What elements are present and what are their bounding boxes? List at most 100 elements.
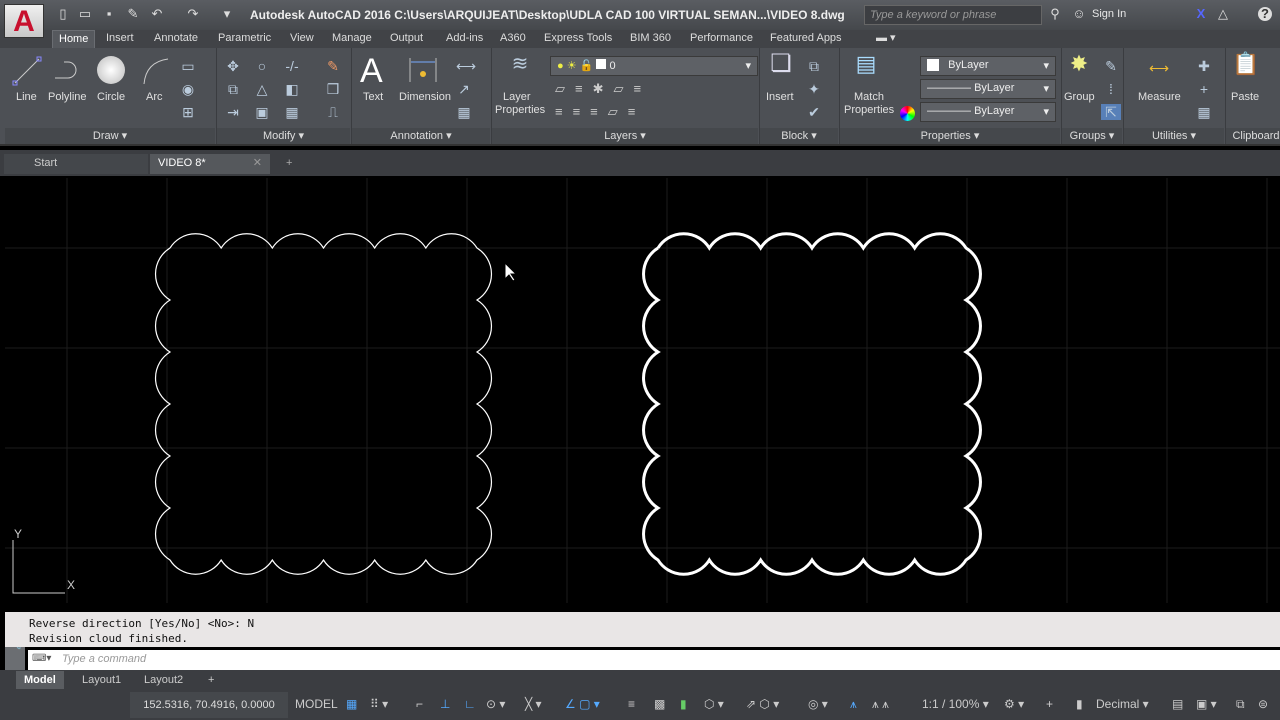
selection-cycling-icon[interactable]: ▮: [680, 697, 687, 711]
autodesk-icon[interactable]: △: [1216, 7, 1230, 21]
units-dropdown[interactable]: Decimal ▾: [1096, 697, 1149, 711]
tab-parametric[interactable]: Parametric: [212, 30, 277, 48]
layer-tools-row-2[interactable]: ≡≡≡⏥≡: [555, 104, 645, 120]
leader-icon[interactable]: ↗: [456, 81, 472, 97]
rectangle-icon[interactable]: ▭: [180, 58, 196, 74]
save-as-icon[interactable]: ✎: [126, 7, 140, 21]
arc-button[interactable]: Arc: [146, 91, 163, 103]
tab-layout1[interactable]: Layout1: [74, 671, 129, 689]
erase-icon[interactable]: ✎: [325, 58, 341, 74]
layer-properties-button[interactable]: Layer: [503, 91, 531, 103]
customize-icon[interactable]: ▾: [220, 7, 234, 21]
tab-output[interactable]: Output: [384, 30, 429, 48]
tab-add-ins[interactable]: Add-ins: [440, 30, 489, 48]
sign-in-button[interactable]: Sign In: [1092, 8, 1126, 20]
annotation-scale-dropdown[interactable]: 1:1 / 100% ▾: [922, 697, 989, 711]
tab-layout2[interactable]: Layout2: [136, 671, 191, 689]
application-menu-button[interactable]: A: [4, 4, 44, 38]
lineweight-dropdown[interactable]: ———— ByLayer ▾: [920, 102, 1056, 122]
isometric-icon[interactable]: ╳ ▾: [525, 697, 542, 711]
create-block-icon[interactable]: ⧉: [806, 58, 822, 74]
add-layout-button[interactable]: +: [200, 671, 222, 689]
tab-video-8[interactable]: VIDEO 8* ✕: [150, 154, 270, 174]
help-icon[interactable]: ?: [1258, 7, 1272, 21]
match-properties-button[interactable]: Match: [854, 91, 884, 103]
annotation-visibility-icon[interactable]: ⩚: [850, 697, 857, 712]
save-icon[interactable]: ▪: [102, 7, 116, 21]
isolate-objects-icon[interactable]: ⧉: [1236, 697, 1245, 712]
coordinates-readout[interactable]: 152.5316, 70.4916, 0.0000: [130, 692, 288, 718]
array-icon[interactable]: ▦: [284, 104, 300, 120]
model-space-button[interactable]: MODEL: [295, 697, 338, 711]
copy-icon[interactable]: ⧉: [225, 81, 241, 97]
offset-icon[interactable]: ⎍: [325, 104, 341, 120]
color-dropdown[interactable]: ByLayer ▾: [920, 56, 1056, 76]
stretch-icon[interactable]: ⇥: [225, 104, 241, 120]
tab-insert[interactable]: Insert: [100, 30, 140, 48]
revision-cloud-left[interactable]: [154, 233, 493, 575]
tab-featured-apps[interactable]: Featured Apps: [764, 30, 848, 48]
measure-button[interactable]: Measure: [1138, 91, 1181, 103]
polar-tracking-icon[interactable]: ⊙ ▾: [486, 697, 505, 711]
exchange-icon[interactable]: X: [1194, 7, 1208, 21]
redo-icon[interactable]: ↷: [186, 7, 200, 21]
linear-dimension-icon[interactable]: ⟷: [456, 58, 476, 74]
3d-osnap-icon[interactable]: ⬡ ▾: [704, 697, 724, 711]
explode-icon[interactable]: ❒: [325, 81, 341, 97]
polyline-button[interactable]: Polyline: [48, 91, 87, 103]
tab-model[interactable]: Model: [16, 671, 64, 689]
properties-panel-label[interactable]: Properties ▾: [840, 128, 1060, 144]
tab-bim-360[interactable]: BIM 360: [624, 30, 677, 48]
clipboard-panel-label[interactable]: Clipboard: [1226, 128, 1280, 144]
snap-icon[interactable]: ⠿ ▾: [370, 697, 388, 711]
tab-home[interactable]: Home: [52, 30, 96, 48]
utilities-panel-label[interactable]: Utilities ▾: [1124, 128, 1224, 144]
tab-view[interactable]: View: [284, 30, 320, 48]
insert-button[interactable]: Insert: [766, 91, 794, 103]
modify-panel-label[interactable]: Modify ▾: [217, 128, 350, 144]
group-edit-icon[interactable]: ⁞: [1103, 81, 1119, 97]
ungroup-icon[interactable]: ✎: [1103, 58, 1119, 74]
grid-icon[interactable]: ▦: [346, 697, 357, 711]
command-input[interactable]: Type a command: [28, 650, 1280, 670]
annotation-panel-label[interactable]: Annotation ▾: [352, 128, 490, 144]
dynamic-input-icon[interactable]: ⊥: [440, 697, 450, 711]
infer-constraints-icon[interactable]: ⌐: [416, 697, 423, 711]
groups-panel-label[interactable]: Groups ▾: [1062, 128, 1122, 144]
text-button[interactable]: Text: [363, 91, 383, 103]
search-input[interactable]: Type a keyword or phrase: [864, 5, 1042, 25]
tab-start[interactable]: Start: [4, 154, 148, 174]
open-icon[interactable]: ▭: [78, 7, 92, 21]
point-icon[interactable]: +: [1196, 81, 1212, 97]
draw-panel-label[interactable]: Draw ▾: [5, 128, 215, 144]
scale-icon[interactable]: ▣: [254, 104, 270, 120]
edit-attributes-icon[interactable]: ✔: [806, 104, 822, 120]
table-icon[interactable]: ▦: [456, 104, 472, 120]
object-snap-tracking-icon[interactable]: ∠ ▢ ▾: [565, 697, 600, 711]
boundary-icon[interactable]: ⊞: [180, 104, 196, 120]
tab-a360[interactable]: A360: [494, 30, 532, 48]
linetype-dropdown[interactable]: ———— ByLayer ▾: [920, 79, 1056, 99]
group-button[interactable]: Group: [1064, 91, 1095, 103]
annotate-plus-icon[interactable]: +: [1046, 697, 1053, 711]
tab-annotate[interactable]: Annotate: [148, 30, 204, 48]
drawing-canvas[interactable]: [5, 178, 1280, 603]
mirror-icon[interactable]: △: [254, 81, 270, 97]
layers-panel-label[interactable]: Layers ▾: [492, 128, 758, 144]
revision-cloud-right[interactable]: [642, 232, 982, 576]
customization-icon[interactable]: ⊜: [1258, 697, 1268, 711]
group-selection-icon[interactable]: ⇱: [1101, 104, 1121, 120]
id-point-icon[interactable]: ✚: [1196, 58, 1212, 74]
binoculars-icon[interactable]: ⚲: [1048, 7, 1062, 21]
undo-icon[interactable]: ↶: [150, 7, 164, 21]
ortho-icon[interactable]: ∟: [464, 697, 476, 711]
move-icon[interactable]: ✥: [225, 58, 241, 74]
layer-dropdown[interactable]: ● ☀ 🔓 0 ▾: [550, 56, 758, 76]
new-icon[interactable]: ▯: [56, 7, 70, 21]
auto-scale-icon[interactable]: ⩚ ⩚: [872, 697, 889, 712]
layer-tools-row-1[interactable]: ⏥≡✱⏥≡: [555, 81, 651, 97]
dynamic-ucs-icon[interactable]: ⇗ ⬡ ▾: [746, 697, 779, 711]
tab-performance[interactable]: Performance: [684, 30, 759, 48]
calculator-icon[interactable]: ▦: [1196, 104, 1212, 120]
circle-button[interactable]: Circle: [97, 91, 125, 103]
